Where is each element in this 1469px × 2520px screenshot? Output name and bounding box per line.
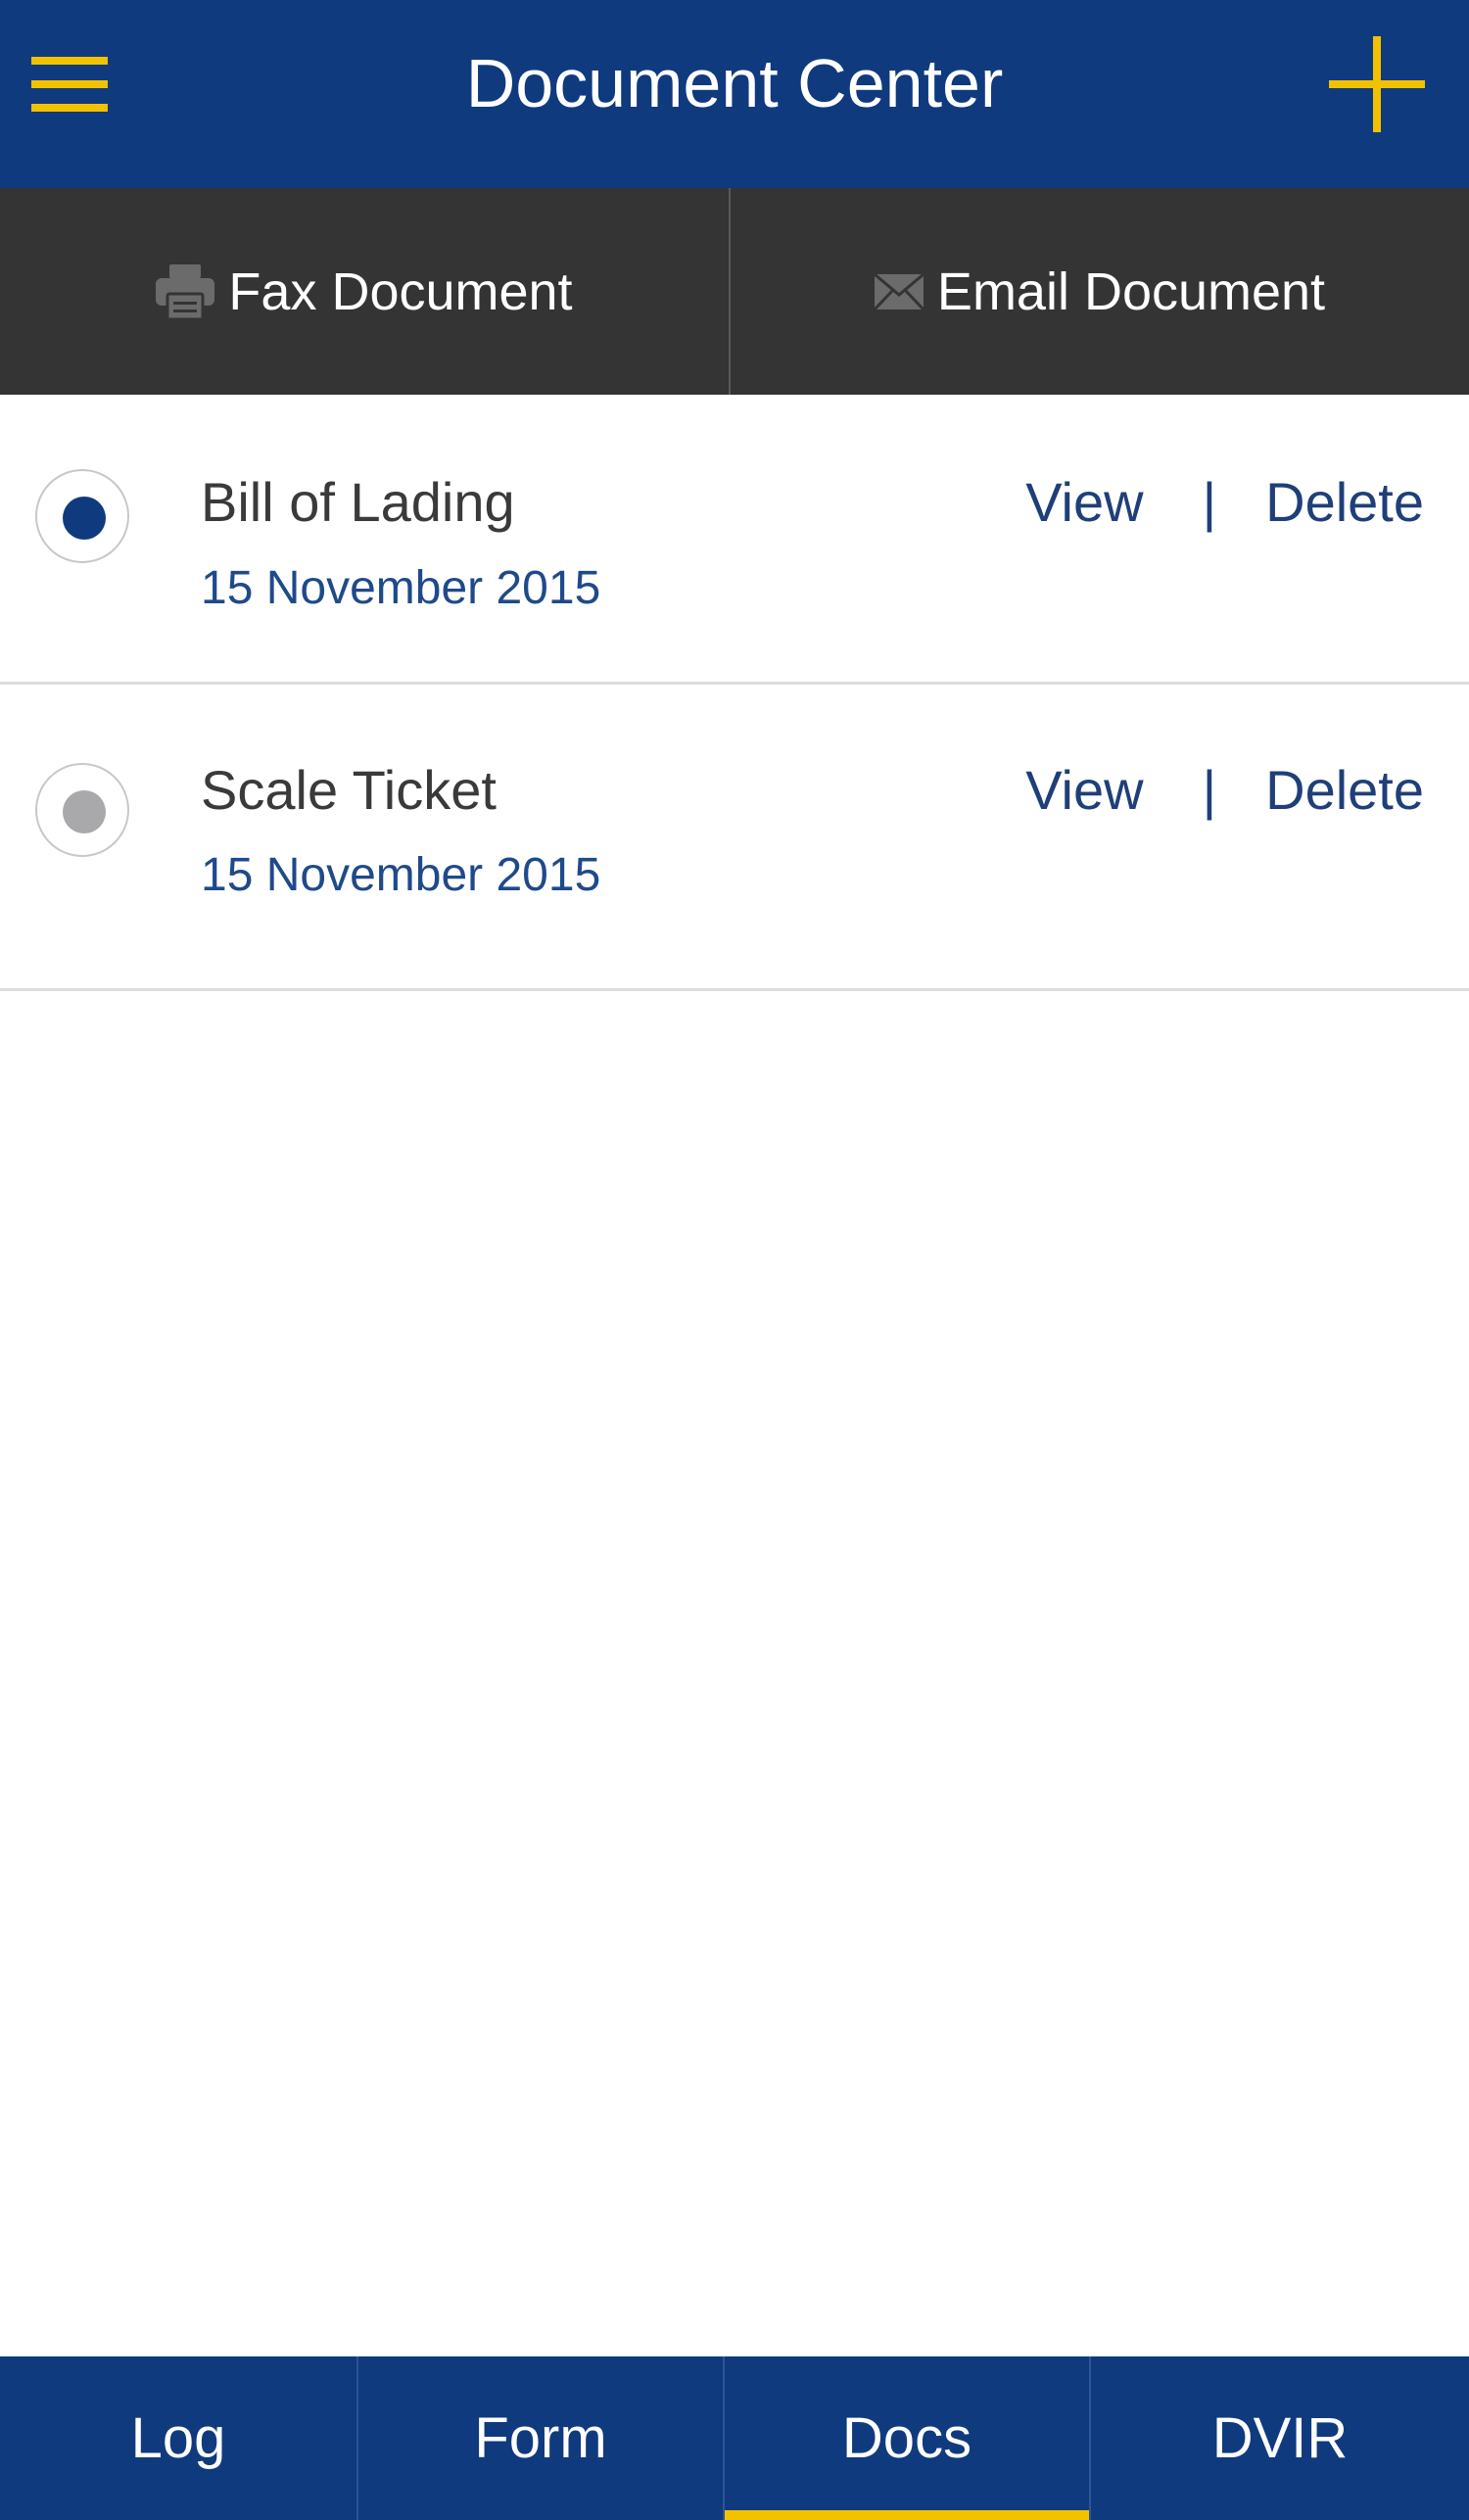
tab-log[interactable]: Log	[0, 2356, 356, 2520]
radio-unselected-dot	[63, 790, 106, 833]
document-date: 15 November 2015	[201, 849, 601, 901]
tab-docs[interactable]: Docs	[723, 2356, 1089, 2520]
view-link[interactable]: View	[1025, 468, 1143, 537]
app-header: Document Center	[0, 0, 1469, 188]
fax-document-label: Fax Document	[228, 262, 573, 321]
document-select-radio[interactable]	[35, 763, 129, 857]
tab-log-label: Log	[130, 2406, 226, 2470]
printer-icon	[156, 263, 215, 319]
tab-docs-label: Docs	[841, 2406, 972, 2470]
tab-dvir[interactable]: DVIR	[1089, 2356, 1469, 2520]
action-separator: |	[1202, 471, 1217, 533]
action-bar: Fax Document Email Document	[0, 188, 1469, 395]
email-document-label: Email Document	[936, 262, 1326, 321]
tab-dvir-label: DVIR	[1211, 2406, 1349, 2470]
list-item: Bill of Lading 15 November 2015 View | D…	[0, 395, 1469, 685]
tab-form-label: Form	[474, 2406, 607, 2470]
envelope-icon	[874, 273, 924, 309]
document-actions: View | Delete	[1025, 468, 1424, 537]
plus-icon	[1329, 36, 1425, 132]
view-link[interactable]: View	[1025, 756, 1143, 825]
page-title: Document Center	[465, 45, 1004, 121]
bottom-tab-bar: Log Form Docs DVIR	[0, 2356, 1469, 2520]
document-list: Bill of Lading 15 November 2015 View | D…	[0, 395, 1469, 991]
delete-link[interactable]: Delete	[1265, 756, 1424, 825]
document-name: Scale Ticket	[201, 759, 497, 821]
email-document-button[interactable]: Email Document	[731, 188, 1469, 395]
document-date: 15 November 2015	[201, 562, 601, 614]
active-tab-indicator	[725, 2510, 1089, 2520]
delete-link[interactable]: Delete	[1265, 468, 1424, 537]
document-actions: View | Delete	[1025, 756, 1424, 825]
radio-selected-dot	[63, 497, 106, 540]
document-name: Bill of Lading	[201, 471, 515, 533]
list-item: Scale Ticket 15 November 2015 View | Del…	[0, 685, 1469, 991]
document-select-radio[interactable]	[35, 469, 129, 563]
add-document-button[interactable]	[1329, 36, 1425, 132]
action-separator: |	[1202, 759, 1217, 821]
fax-document-button[interactable]: Fax Document	[0, 188, 729, 395]
tab-form[interactable]: Form	[356, 2356, 723, 2520]
